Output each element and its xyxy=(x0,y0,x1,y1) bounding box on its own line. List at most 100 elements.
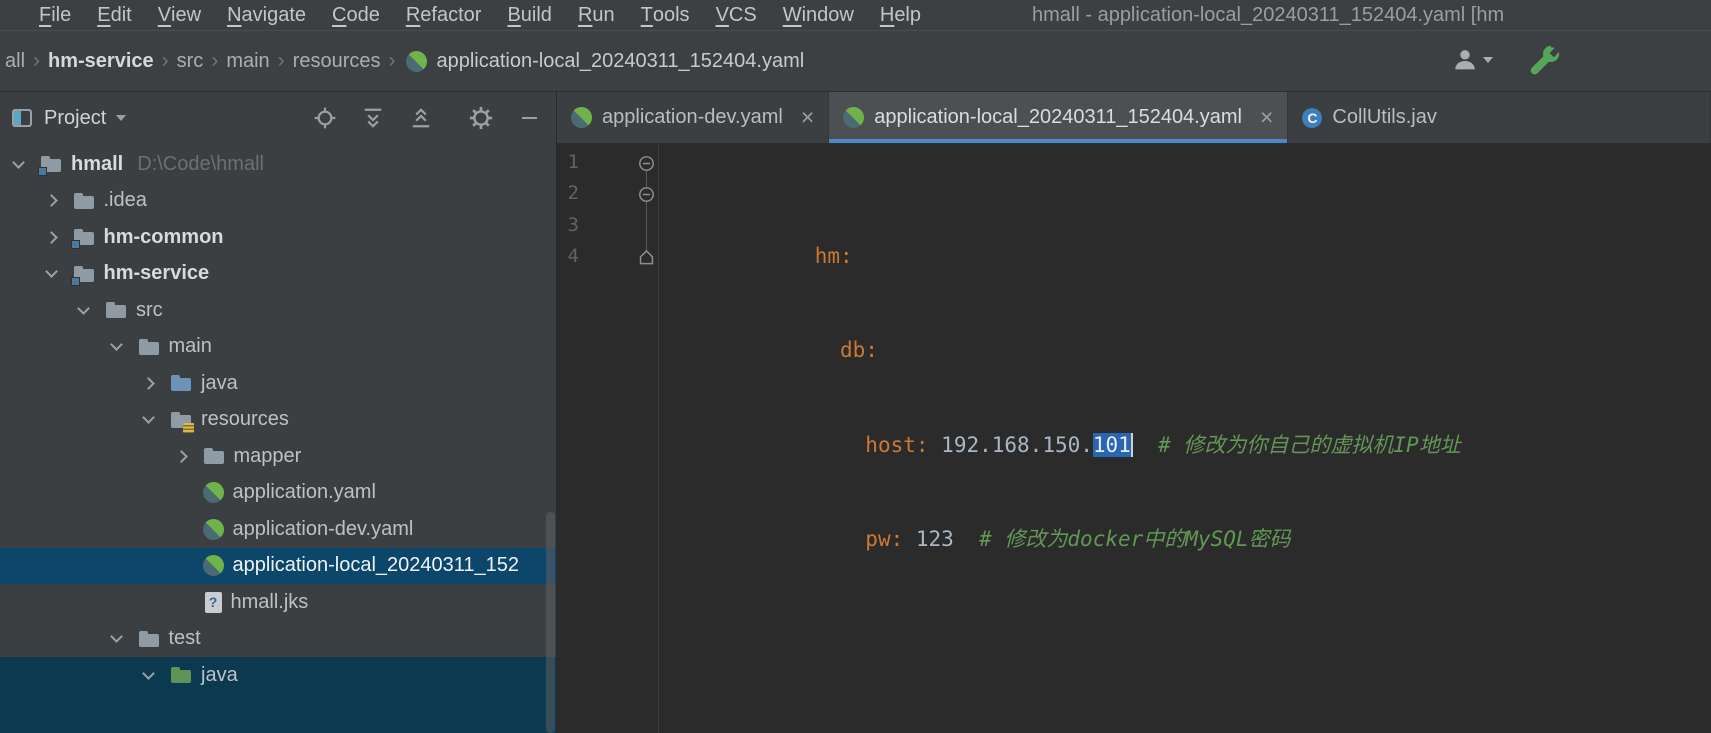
chevron-expanded-icon[interactable] xyxy=(12,155,25,169)
tree-item-hm-common[interactable]: hm-common xyxy=(0,219,556,256)
fold-marker-icon[interactable] xyxy=(638,155,655,172)
hide-panel-button[interactable] xyxy=(514,103,544,133)
tree-item-label: src xyxy=(136,298,163,321)
project-panel-header: Project xyxy=(0,92,556,144)
line-number: 1 xyxy=(567,151,579,173)
tree-item-label: mapper xyxy=(233,444,302,467)
expand-all-button[interactable] xyxy=(358,103,388,133)
menu-view[interactable]: View xyxy=(145,0,214,30)
tree-item-test-java[interactable]: java xyxy=(0,657,556,694)
collapse-all-icon xyxy=(412,108,430,128)
tab-application-local-yaml[interactable]: application-local_20240311_152404.yaml × xyxy=(829,92,1289,143)
test-source-folder-icon xyxy=(170,664,192,686)
resources-folder-icon xyxy=(170,409,194,433)
menu-help[interactable]: Help xyxy=(867,0,934,30)
tree-item-label: hmall xyxy=(71,152,124,175)
chevron-expanded-icon[interactable] xyxy=(142,666,155,680)
folder-icon xyxy=(138,628,160,650)
line-number: 2 xyxy=(567,182,579,205)
settings-button[interactable] xyxy=(466,103,496,133)
menu-edit[interactable]: Edit xyxy=(84,0,144,30)
tree-item-application-yaml[interactable]: application.yaml xyxy=(0,475,556,512)
tree-item-application-local-yaml[interactable]: application-local_20240311_152 xyxy=(0,547,556,584)
folder-icon xyxy=(105,299,127,321)
spring-config-icon xyxy=(571,107,592,128)
collapse-all-button[interactable] xyxy=(406,103,436,133)
tree-item-label: main xyxy=(168,335,212,358)
chevron-collapsed-icon[interactable] xyxy=(142,376,155,390)
tree-item-label: hmall.jks xyxy=(230,590,309,613)
breadcrumb-item-hm-service[interactable]: hm-service xyxy=(43,50,159,73)
chevron-collapsed-icon[interactable] xyxy=(44,230,58,244)
tree-item-hm-service[interactable]: hm-service xyxy=(0,256,556,293)
chevron-expanded-icon[interactable] xyxy=(109,338,123,352)
menu-vcs[interactable]: V CS xyxy=(703,0,770,30)
breadcrumb-item-src[interactable]: src xyxy=(172,50,209,73)
tab-application-dev-yaml[interactable]: application-dev.yaml × xyxy=(557,92,830,143)
code-area[interactable]: hm: db: host: 192.168.150.101 # 修改为你自己的虚… xyxy=(659,144,1711,733)
editor-column: application-dev.yaml × application-local… xyxy=(557,92,1711,733)
menu-file[interactable]: File xyxy=(26,0,84,30)
fold-marker-icon[interactable] xyxy=(638,186,655,203)
chevron-expanded-icon[interactable] xyxy=(44,265,58,279)
crosshair-icon xyxy=(314,107,336,129)
tree-item-hmall-jks[interactable]: ? hmall.jks xyxy=(0,584,556,621)
project-tree: hmall D:\Code\hmall .idea hm-common hm-s xyxy=(0,144,556,733)
chevron-collapsed-icon[interactable] xyxy=(174,449,188,463)
yaml-key: hm: xyxy=(814,244,853,269)
tree-item-application-dev-yaml[interactable]: application-dev.yaml xyxy=(0,511,556,548)
minus-icon xyxy=(521,117,537,119)
yaml-value: 192.168.150. xyxy=(941,432,1093,457)
chevron-collapsed-icon[interactable] xyxy=(44,194,58,208)
close-icon[interactable]: × xyxy=(801,106,814,129)
breadcrumb-item-resources[interactable]: resources xyxy=(288,50,386,73)
chevron-expanded-icon[interactable] xyxy=(142,411,155,425)
tree-item-label: resources xyxy=(201,408,289,431)
chevron-expanded-icon[interactable] xyxy=(109,630,123,644)
menu-run[interactable]: Run xyxy=(565,0,628,30)
chevron-down-icon[interactable] xyxy=(116,115,127,121)
menu-refactor[interactable]: Refactor xyxy=(393,0,495,30)
code-line-2: db: xyxy=(663,304,1711,362)
tree-item-mapper[interactable]: mapper xyxy=(0,438,556,475)
line-number: 3 xyxy=(567,213,579,236)
tree-item-idea[interactable]: .idea xyxy=(0,183,556,220)
tree-item-test[interactable]: test xyxy=(0,621,556,658)
menu-window[interactable]: Window xyxy=(770,0,867,30)
source-folder-icon xyxy=(170,372,192,394)
tree-item-hmall[interactable]: hmall D:\Code\hmall xyxy=(0,146,556,183)
menu-navigate[interactable]: Navigate xyxy=(214,0,319,30)
tab-collutils-java[interactable]: C CollUtils.jav xyxy=(1288,92,1711,143)
module-folder-icon xyxy=(70,263,95,286)
tool-window-icon xyxy=(12,109,32,127)
tab-label: application-local_20240311_152404.yaml xyxy=(874,106,1242,128)
chevron-separator-icon: › xyxy=(388,49,396,72)
editor-tab-bar: application-dev.yaml × application-local… xyxy=(557,92,1711,144)
menu-code[interactable]: Code xyxy=(319,0,393,30)
fold-end-marker-icon[interactable] xyxy=(638,249,655,266)
build-wrench-icon[interactable] xyxy=(1528,43,1562,83)
breadcrumb-item-hmall[interactable]: all xyxy=(0,50,30,73)
spring-config-icon xyxy=(202,518,224,540)
tree-item-path: D:\Code\hmall xyxy=(137,152,264,175)
breadcrumb-file[interactable]: application-local_20240311_152404.yaml xyxy=(427,50,804,73)
tree-item-resources[interactable]: resources xyxy=(0,402,556,439)
breadcrumb-item-main[interactable]: main xyxy=(221,50,274,73)
tree-item-main[interactable]: main xyxy=(0,329,556,366)
menubar: File Edit View Navigate Code Refactor Bu… xyxy=(0,0,1711,31)
tree-item-src[interactable]: src xyxy=(0,292,556,329)
line-numbers: 1 2 3 4 xyxy=(557,147,579,273)
menu-build[interactable]: Build xyxy=(494,0,564,30)
chevron-separator-icon: › xyxy=(211,49,219,72)
project-scrollbar[interactable] xyxy=(546,512,555,733)
project-panel-title[interactable]: Project xyxy=(44,107,106,130)
user-account-icon[interactable] xyxy=(1452,47,1493,73)
chevron-expanded-icon[interactable] xyxy=(77,301,90,315)
tree-item-java[interactable]: java xyxy=(0,365,556,402)
menu-tools[interactable]: Tools xyxy=(628,0,703,30)
chevron-down-icon xyxy=(1483,57,1493,63)
code-editor[interactable]: 1 2 3 4 hm: db: host: 192.168.150.101 # … xyxy=(557,144,1711,733)
close-icon[interactable]: × xyxy=(1260,106,1273,129)
locate-file-button[interactable] xyxy=(310,103,340,133)
chevron-separator-icon: › xyxy=(161,49,169,72)
